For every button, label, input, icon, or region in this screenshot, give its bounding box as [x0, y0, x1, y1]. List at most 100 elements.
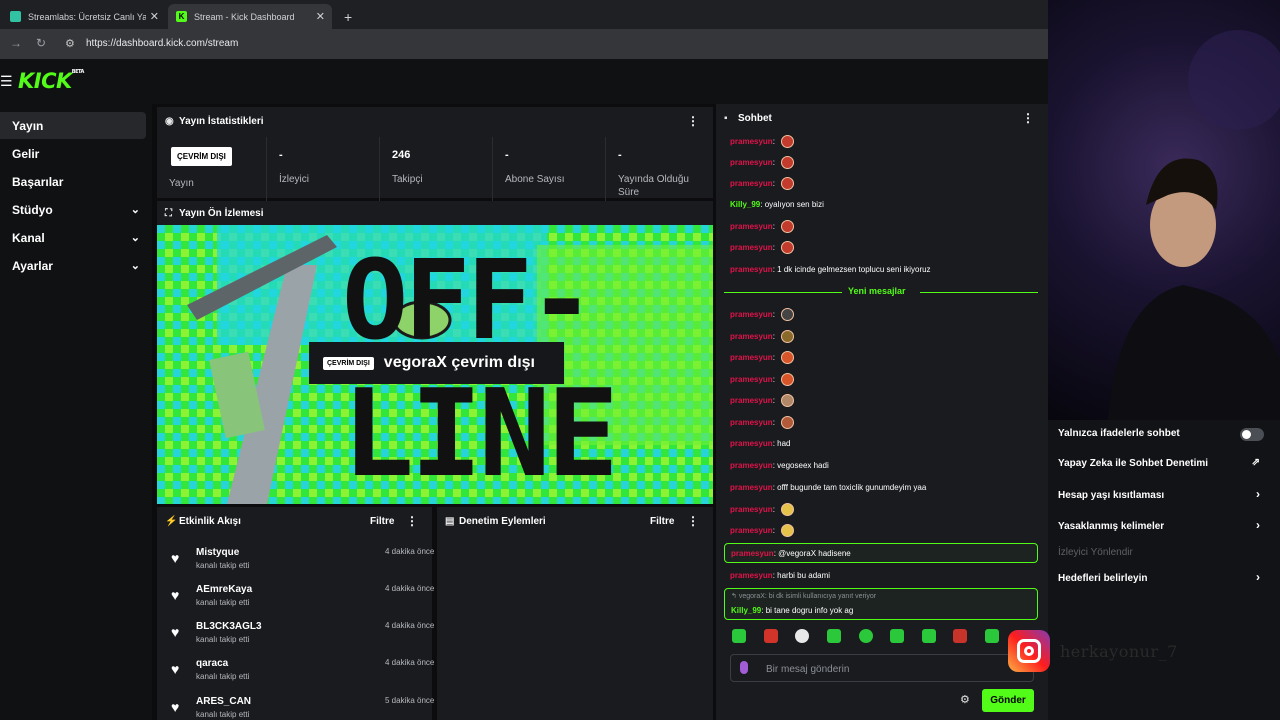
chevron-right-icon[interactable]: ›	[1256, 518, 1260, 532]
more-options-icon[interactable]: ⋮	[687, 514, 699, 528]
emote-only-toggle[interactable]	[1240, 428, 1264, 441]
chat-username[interactable]: pramesyun	[730, 483, 773, 492]
ai-moderation-label[interactable]: Yapay Zeka ile Sohbet Denetimi	[1058, 458, 1208, 469]
activity-user[interactable]: Mistyque	[196, 547, 239, 558]
browser-tab-streamlabs[interactable]: Streamlabs: Ücretsiz Canlı Yayın ✕	[2, 4, 166, 29]
heart-icon: ♥	[171, 624, 180, 640]
reload-icon[interactable]: ↻	[36, 36, 46, 50]
chat-username[interactable]: pramesyun	[730, 439, 773, 448]
sidebar-item-studyo[interactable]: Stüdyo ⌄	[0, 196, 146, 223]
chat-message: pramesyun:	[730, 371, 794, 387]
sidebar-item-yayin[interactable]: Yayın	[0, 112, 146, 139]
chat-username[interactable]: pramesyun	[730, 310, 773, 319]
chat-icon: ▪	[724, 112, 728, 124]
external-link-icon[interactable]: ⇗	[1252, 457, 1260, 468]
chat-username[interactable]: pramesyun	[730, 137, 773, 146]
chat-username[interactable]: pramesyun	[730, 243, 773, 252]
chat-username[interactable]: pramesyun	[730, 505, 773, 514]
sidebar-item-basarilar[interactable]: Başarılar	[0, 168, 146, 195]
chat-username[interactable]: pramesyun	[730, 571, 773, 580]
chat-username[interactable]: pramesyun	[730, 396, 773, 405]
beta-label: BETA	[71, 69, 85, 75]
emote-icon[interactable]	[922, 629, 936, 643]
activity-action: kanalı takip etti	[196, 635, 250, 644]
moderation-actions-panel: ▤ Denetim Eylemleri Filtre ⋮	[437, 507, 713, 720]
activity-user[interactable]: ARES_CAN	[196, 696, 251, 707]
activity-item: ♥ ARES_CAN kanalı takip etti 5 dakika ön…	[171, 696, 434, 720]
emote-icon[interactable]	[985, 629, 999, 643]
close-tab-icon[interactable]: ✕	[150, 10, 159, 23]
instagram-glyph	[1017, 639, 1041, 663]
preview-icon: ⛶	[165, 207, 172, 219]
chat-username[interactable]: Killy_99	[730, 200, 760, 209]
site-settings-icon[interactable]: ⚙	[65, 37, 75, 50]
new-messages-label: Yeni mesajlar	[848, 286, 906, 296]
chat-message: pramesyun:	[730, 154, 794, 170]
reply-context-text: vegoraX: bi dk isimli kullanıcıya yanıt …	[738, 593, 877, 600]
chevron-right-icon[interactable]: ›	[1256, 570, 1260, 584]
new-tab-button[interactable]: +	[336, 4, 356, 29]
toggle-knob	[1242, 430, 1251, 439]
chat-username[interactable]: pramesyun	[730, 158, 773, 167]
chat-username[interactable]: pramesyun	[730, 222, 773, 231]
emote-icon[interactable]	[795, 629, 809, 643]
activity-user[interactable]: qaraca	[196, 658, 228, 669]
chat-username[interactable]: pramesyun	[730, 179, 773, 188]
chat-username[interactable]: pramesyun	[730, 332, 773, 341]
chat-username[interactable]: pramesyun	[730, 461, 773, 470]
set-goals-label[interactable]: Hedefleri belirleyin	[1058, 573, 1147, 584]
chat-username[interactable]: pramesyun	[730, 265, 773, 274]
url-field[interactable]: https://dashboard.kick.com/stream	[86, 38, 238, 49]
emote-icon	[780, 350, 794, 364]
banned-words-label[interactable]: Yasaklanmış kelimeler	[1058, 521, 1164, 532]
menu-icon[interactable]: ☰	[0, 73, 13, 90]
streamlabs-favicon-icon	[10, 11, 21, 22]
chat-username[interactable]: pramesyun	[730, 375, 773, 384]
panel-header: ◉ Yayın İstatistikleri ⋮	[157, 107, 713, 135]
more-options-icon[interactable]: ⋮	[1022, 111, 1034, 125]
emote-icon[interactable]	[732, 629, 746, 643]
more-options-icon[interactable]: ⋮	[687, 114, 699, 128]
age-restriction-label[interactable]: Hesap yaşı kısıtlaması	[1058, 490, 1164, 501]
emote-icon[interactable]	[953, 629, 967, 643]
chat-username[interactable]: Killy_99	[731, 606, 761, 615]
emote-icon	[780, 176, 794, 190]
sidebar-item-kanal[interactable]: Kanal ⌄	[0, 224, 146, 251]
send-button[interactable]: Gönder	[982, 689, 1034, 712]
activity-time: 4 dakika önce	[385, 658, 435, 667]
activity-time: 5 dakika önce	[385, 696, 435, 705]
kick-logo[interactable]: KICKBETA	[18, 69, 84, 93]
chat-username[interactable]: pramesyun	[730, 418, 773, 427]
emote-icon[interactable]	[890, 629, 904, 643]
stat-value: -	[279, 149, 283, 161]
gear-icon[interactable]: ⚙	[960, 693, 970, 706]
sidebar-item-ayarlar[interactable]: Ayarlar ⌄	[0, 252, 146, 279]
emote-icon[interactable]	[764, 629, 778, 643]
microphone-icon[interactable]	[740, 661, 748, 674]
browser-tab-kick[interactable]: K Stream - Kick Dashboard ✕	[168, 4, 332, 29]
chat-message: pramesyun:	[730, 218, 794, 234]
close-tab-icon[interactable]: ✕	[316, 10, 325, 23]
stream-preview: OFF- LINE ÇEVRİM DIŞI vegoraX çevrim dış…	[157, 225, 713, 504]
sidebar-item-gelir[interactable]: Gelir	[0, 140, 146, 167]
chat-username[interactable]: pramesyun	[731, 549, 774, 558]
emote-icon[interactable]	[827, 629, 841, 643]
activity-user[interactable]: BL3CK3AGL3	[196, 621, 262, 632]
emote-icon	[780, 307, 794, 321]
filter-button[interactable]: Filtre	[370, 516, 394, 527]
forward-icon[interactable]: →	[10, 36, 22, 50]
filter-button[interactable]: Filtre	[650, 516, 674, 527]
chat-text: @vegoraX hadisene	[778, 548, 851, 558]
chevron-down-icon: ⌄	[130, 260, 140, 272]
activity-user[interactable]: AEmreKaya	[196, 584, 252, 595]
panel-header: ▤ Denetim Eylemleri Filtre ⋮	[437, 507, 713, 535]
emote-icon[interactable]	[859, 629, 873, 643]
chat-username[interactable]: pramesyun	[730, 353, 773, 362]
chat-input[interactable]: Bir mesaj gönderin	[730, 654, 1034, 682]
chat-username[interactable]: pramesyun	[730, 526, 773, 535]
more-options-icon[interactable]: ⋮	[406, 514, 418, 528]
chat-message: pramesyun: offf bugunde tam toxiclik gun…	[730, 482, 927, 492]
chat-message: pramesyun: 1 dk icinde gelmezsen toplucu…	[730, 264, 931, 274]
chevron-right-icon[interactable]: ›	[1256, 487, 1260, 501]
activity-action: kanalı takip etti	[196, 672, 250, 681]
